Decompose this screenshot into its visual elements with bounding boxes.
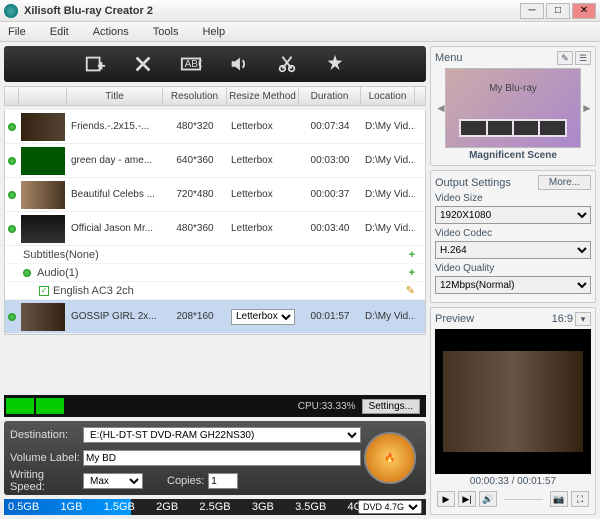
menu-tools[interactable]: Tools (153, 26, 179, 38)
video-size-label: Video Size (435, 193, 591, 204)
table-row[interactable]: Friends.-.2x15.-... 480*320 Letterbox 00… (5, 110, 425, 144)
waveform-icon (36, 398, 64, 414)
checkbox-icon[interactable]: ✓ (39, 286, 49, 296)
effects-icon[interactable] (322, 51, 348, 77)
volume-input[interactable] (83, 450, 361, 466)
cpu-panel: CPU:33.33% Settings... (4, 395, 426, 417)
maximize-button[interactable]: □ (546, 3, 570, 19)
volume-button[interactable]: 🔊 (479, 491, 497, 507)
preview-time: 00:00:33 / 00:01:57 (435, 474, 591, 489)
col-title[interactable]: Title (67, 87, 163, 105)
col-location[interactable]: Location (361, 87, 415, 105)
copies-label: Copies: (167, 475, 204, 487)
snapshot-button[interactable]: 📷 (550, 491, 568, 507)
waveform-icon (6, 398, 34, 414)
thumbnail (21, 113, 65, 141)
destination-select[interactable]: E:(HL-DT-ST DVD-RAM GH22NS30) (83, 427, 361, 443)
play-button[interactable]: ▶ (437, 491, 455, 507)
thumbnail (21, 147, 65, 175)
table-row[interactable]: Beautiful Celebs ... 720*480 Letterbox 0… (5, 178, 425, 212)
table-row[interactable]: green day - ame... 640*360 Letterbox 00:… (5, 144, 425, 178)
table-row[interactable]: Official Jason Mr... 480*360 Letterbox 0… (5, 212, 425, 246)
edit-menu-icon[interactable]: ✎ (557, 51, 573, 65)
copies-input[interactable] (208, 473, 238, 489)
app-logo-icon (4, 4, 18, 18)
drag-handle-icon[interactable] (8, 313, 16, 321)
video-quality-label: Video Quality (435, 263, 591, 274)
table-row-selected[interactable]: GOSSIP GIRL 2x... 208*160 Letterbox 00:0… (5, 300, 425, 334)
burn-panel: Destination: E:(HL-DT-ST DVD-RAM GH22NS3… (4, 421, 426, 495)
destination-label: Destination: (10, 429, 80, 441)
subtitle-icon[interactable]: ABC (178, 51, 204, 77)
remove-icon[interactable] (130, 51, 156, 77)
speed-label: Writing Speed: (10, 469, 80, 493)
file-list: Friends.-.2x15.-... 480*320 Letterbox 00… (4, 110, 426, 335)
settings-button[interactable]: Settings... (362, 399, 420, 414)
cpu-label: CPU:33.33% (298, 401, 356, 412)
edit-icon[interactable]: ✎ (406, 284, 415, 297)
fullscreen-button[interactable]: ⛶ (571, 491, 589, 507)
aspect-label: 16:9 (552, 313, 573, 325)
preview-panel-title: Preview (435, 313, 474, 325)
preview-video[interactable] (435, 329, 591, 474)
menu-panel-title: Menu (435, 52, 463, 64)
drag-handle-icon[interactable] (8, 225, 16, 233)
video-codec-select[interactable]: H.264 (435, 241, 591, 259)
audio-row[interactable]: Audio(1) + (5, 264, 425, 282)
video-codec-label: Video Codec (435, 228, 591, 239)
prev-template-icon[interactable]: ◄ (435, 101, 445, 115)
menu-file[interactable]: File (8, 26, 26, 38)
svg-text:ABC: ABC (185, 59, 202, 70)
menu-edit[interactable]: Edit (50, 26, 69, 38)
audio-icon[interactable] (226, 51, 252, 77)
toolbar: ABC (4, 46, 426, 82)
resize-method-select[interactable]: Letterbox (231, 309, 295, 325)
size-bar: 0.5GB 1GB 1.5GB 2GB 2.5GB 3GB 3.5GB 4GB … (4, 499, 426, 515)
menu-preview[interactable]: My Blu-ray (445, 68, 581, 148)
thumbnail (21, 181, 65, 209)
aspect-dropdown-icon[interactable]: ▾ (575, 312, 591, 326)
volume-label: Volume Label: (10, 452, 80, 464)
video-quality-select[interactable]: 12Mbps(Normal) (435, 276, 591, 294)
seek-slider[interactable] (504, 499, 543, 500)
drag-handle-icon[interactable] (8, 191, 16, 199)
menu-actions[interactable]: Actions (93, 26, 129, 38)
subtitles-row[interactable]: Subtitles(None) + (5, 246, 425, 264)
col-duration[interactable]: Duration (299, 87, 361, 105)
col-method[interactable]: Resize Method (227, 87, 299, 105)
drag-handle-icon[interactable] (23, 269, 31, 277)
drag-handle-icon[interactable] (8, 157, 16, 165)
audio-track-row[interactable]: ✓ English AC3 2ch ✎ (5, 282, 425, 300)
add-file-icon[interactable] (82, 51, 108, 77)
menubar: File Edit Actions Tools Help (0, 22, 600, 42)
trim-icon[interactable] (274, 51, 300, 77)
preview-panel: Preview 16:9 ▾ 00:00:33 / 00:01:57 ▶ ▶| … (430, 307, 596, 515)
burn-button[interactable]: 🔥 (364, 432, 416, 484)
next-button[interactable]: ▶| (458, 491, 476, 507)
template-name: Magnificent Scene (435, 150, 591, 161)
output-panel-title: Output Settings (435, 177, 511, 189)
menu-panel: Menu ✎ ☰ ◄ My Blu-ray ► Magnificent Scen… (430, 46, 596, 166)
next-template-icon[interactable]: ► (581, 101, 591, 115)
speed-select[interactable]: Max (83, 473, 143, 489)
titlebar: Xilisoft Blu-ray Creator 2 ─ □ ✕ (0, 0, 600, 22)
thumbnail (21, 303, 65, 331)
add-audio-icon[interactable]: + (409, 267, 415, 279)
add-subtitle-icon[interactable]: + (409, 249, 415, 261)
output-panel: Output Settings More... Video Size 1920X… (430, 170, 596, 303)
minimize-button[interactable]: ─ (520, 3, 544, 19)
more-button[interactable]: More... (538, 175, 591, 190)
window-title: Xilisoft Blu-ray Creator 2 (24, 5, 520, 17)
col-resolution[interactable]: Resolution (163, 87, 227, 105)
list-menu-icon[interactable]: ☰ (575, 51, 591, 65)
disc-type-select[interactable]: DVD 4.7G (358, 500, 422, 514)
thumbnail (21, 215, 65, 243)
list-header: Title Resolution Resize Method Duration … (4, 86, 426, 106)
close-button[interactable]: ✕ (572, 3, 596, 19)
menu-help[interactable]: Help (202, 26, 225, 38)
drag-handle-icon[interactable] (8, 123, 16, 131)
video-size-select[interactable]: 1920X1080 (435, 206, 591, 224)
